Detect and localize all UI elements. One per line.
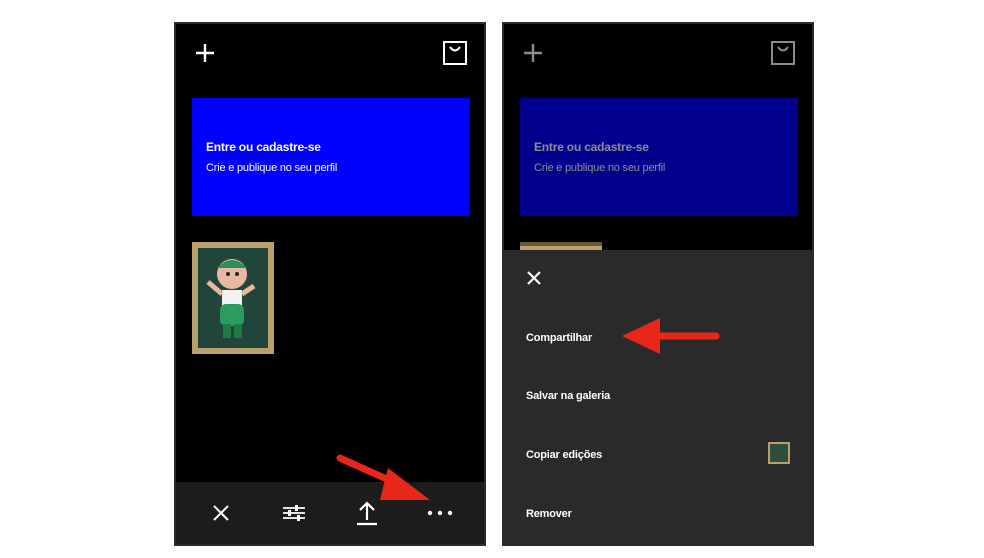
annotation-arrow-more [336, 454, 430, 500]
signin-banner[interactable]: Entre ou cadastre-se Crie e publique no … [192, 98, 470, 216]
annotation-arrow-share [622, 318, 720, 354]
close-icon [212, 505, 229, 521]
more-dots-icon [427, 510, 452, 516]
options-sheet: Compartilhar Salvar na galeria Copiar ed… [504, 250, 812, 544]
image-thumbnail[interactable] [192, 242, 274, 354]
adjust-button[interactable] [274, 493, 314, 533]
copy-edits-thumbnail [768, 442, 790, 464]
menu-item-copy-edits[interactable]: Copiar edições [526, 449, 602, 461]
phone-screen-options-sheet: Entre ou cadastre-se Crie e publique no … [502, 22, 814, 546]
bottom-toolbar [176, 482, 484, 544]
add-button[interactable] [190, 38, 220, 68]
menu-item-save-gallery[interactable]: Salvar na galeria [526, 390, 610, 402]
shopping-bag-icon [443, 41, 467, 65]
photo-toy-figure [198, 248, 268, 348]
close-icon [527, 271, 541, 285]
banner-subtitle: Crie e publique no seu perfil [206, 162, 338, 174]
banner-title: Entre ou cadastre-se [206, 140, 321, 154]
dim-overlay[interactable] [504, 24, 812, 246]
sheet-close-button[interactable] [524, 268, 544, 288]
menu-item-share[interactable]: Compartilhar [526, 332, 592, 344]
sliders-icon [282, 505, 305, 521]
close-button[interactable] [201, 493, 241, 533]
menu-item-remove[interactable]: Remover [526, 508, 572, 520]
plus-icon [196, 44, 214, 62]
phone-screen-gallery: Entre ou cadastre-se Crie e publique no … [174, 22, 486, 546]
shop-button[interactable] [440, 38, 470, 68]
